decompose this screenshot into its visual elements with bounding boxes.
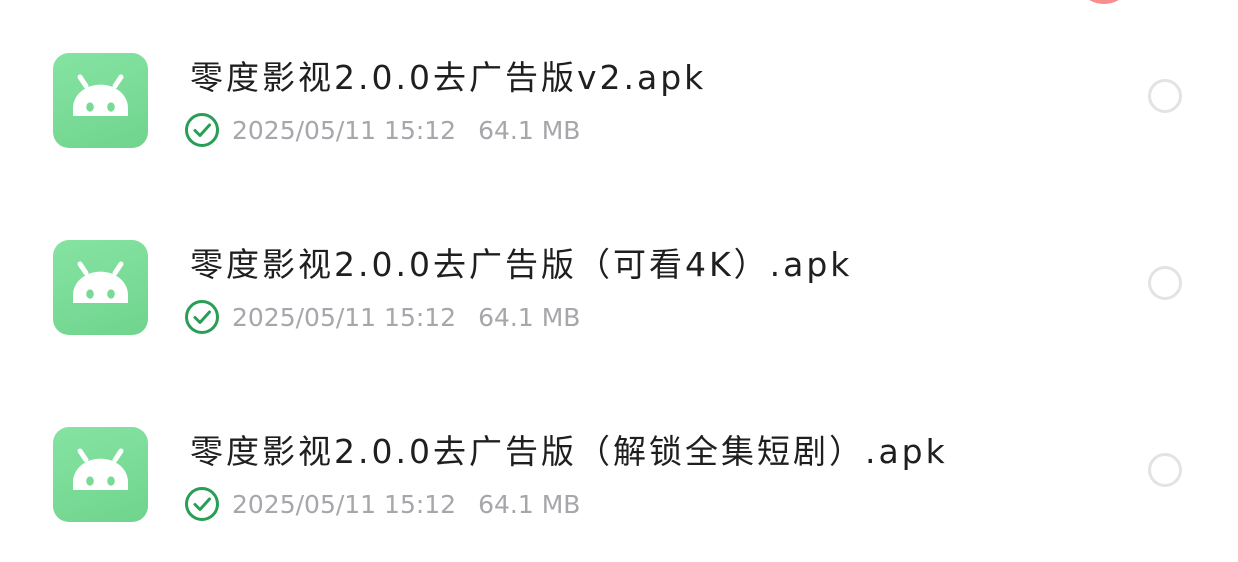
- file-row[interactable]: 零度影视2.0.0去广告版（解锁全集短剧）.apk 2025/05/11 15:…: [0, 414, 1238, 534]
- file-date: 2025/05/11 15:12: [232, 489, 457, 519]
- select-radio[interactable]: [1148, 79, 1182, 113]
- check-circle-icon: [185, 300, 219, 334]
- file-size: 64.1 MB: [478, 489, 581, 519]
- file-row[interactable]: 零度影视2.0.0去广告版v2.apk 2025/05/11 15:12 64.…: [0, 40, 1238, 160]
- check-circle-icon: [185, 487, 219, 521]
- file-date: 2025/05/11 15:12: [232, 302, 457, 332]
- file-meta: 2025/05/11 15:12 64.1 MB: [184, 299, 580, 335]
- select-radio[interactable]: [1148, 453, 1182, 487]
- file-date: 2025/05/11 15:12: [232, 115, 457, 145]
- file-name: 零度影视2.0.0去广告版（解锁全集短剧）.apk: [190, 432, 948, 471]
- android-icon: [53, 427, 148, 522]
- file-list: 零度影视2.0.0去广告版v2.apk 2025/05/11 15:12 64.…: [0, 0, 1238, 562]
- file-row[interactable]: 零度影视2.0.0去广告版（可看4K）.apk 2025/05/11 15:12…: [0, 227, 1238, 347]
- check-circle-icon: [185, 113, 219, 147]
- select-radio[interactable]: [1148, 266, 1182, 300]
- file-size: 64.1 MB: [478, 115, 581, 145]
- file-meta: 2025/05/11 15:12 64.1 MB: [184, 112, 580, 148]
- file-size: 64.1 MB: [478, 302, 581, 332]
- android-icon: [53, 240, 148, 335]
- file-name: 零度影视2.0.0去广告版v2.apk: [190, 58, 707, 97]
- file-meta: 2025/05/11 15:12 64.1 MB: [184, 486, 580, 522]
- android-icon: [53, 53, 148, 148]
- file-list-screen: 零度影视2.0.0去广告版v2.apk 2025/05/11 15:12 64.…: [0, 0, 1238, 562]
- file-name: 零度影视2.0.0去广告版（可看4K）.apk: [190, 245, 853, 284]
